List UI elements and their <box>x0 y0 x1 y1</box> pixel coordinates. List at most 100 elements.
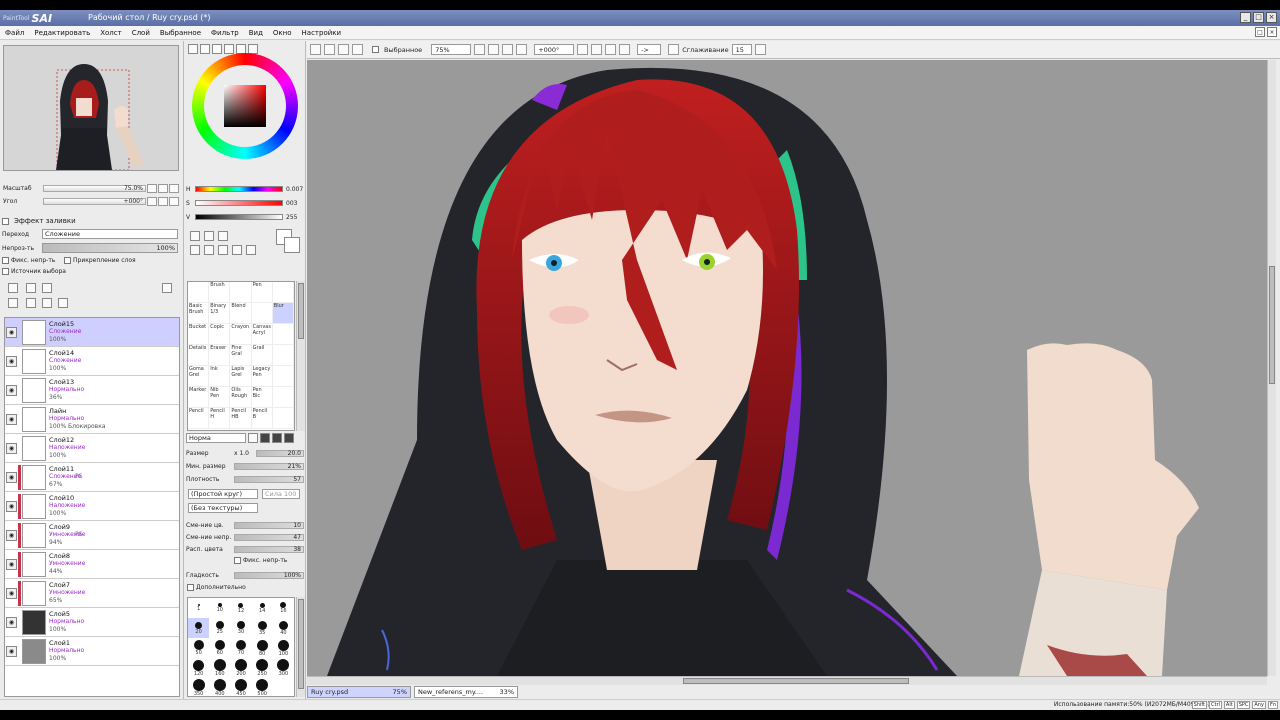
menu-canvas[interactable]: Холст <box>95 29 126 37</box>
secondary-color-swatch[interactable] <box>284 237 300 253</box>
layer-row[interactable]: ◉ Слой5 Нормально 100% <box>5 608 179 637</box>
layer-row[interactable]: ◉ Слой1 Нормально 100% <box>5 637 179 666</box>
selection-tool-icon[interactable] <box>190 231 200 241</box>
brush-size-preset[interactable]: 120 <box>188 658 209 678</box>
layer-row[interactable]: ◉ Слой7 Умножение 65% <box>5 579 179 608</box>
flip-horizontal-icon[interactable] <box>619 44 631 55</box>
new-folder-icon[interactable] <box>42 283 52 293</box>
tool-slot[interactable] <box>272 282 294 303</box>
menu-settings[interactable]: Настройки <box>297 29 347 37</box>
brush-size-preset[interactable]: 35 <box>252 618 273 638</box>
document-tab[interactable]: Ruy cry.psd 75% <box>307 686 411 698</box>
brush-strength-field[interactable]: Сила 100 <box>262 489 300 499</box>
tool-slot[interactable] <box>230 282 252 303</box>
menu-layer[interactable]: Слой <box>127 29 155 37</box>
tool-slot[interactable]: Nib Pen <box>209 387 231 408</box>
brush-size-multiplier[interactable]: x 1.0 <box>234 450 256 457</box>
color-wheel[interactable] <box>192 53 298 159</box>
brush-size-preset[interactable]: 500 <box>252 678 273 698</box>
maximize-button[interactable]: □ <box>1253 12 1264 23</box>
minimize-button[interactable]: _ <box>1240 12 1251 23</box>
brush-size-presets[interactable]: 1 10 12 14 16 20 25 30 35 40 50 60 70 80… <box>187 597 295 697</box>
brush-size-preset[interactable]: 60 <box>209 638 230 658</box>
visibility-eye-icon[interactable]: ◉ <box>6 356 17 367</box>
tool-grid[interactable]: Brush Pen Basic Brush Binary 1/3 Blend B… <box>187 281 295 431</box>
min-size-slider[interactable]: 21% <box>234 462 304 470</box>
zoom-in-button[interactable] <box>158 183 168 193</box>
color-blend-slider[interactable]: 10 <box>234 521 304 529</box>
layer-row[interactable]: ◉ Слой12 Наложение 100% <box>5 434 179 463</box>
layer-row[interactable]: ◉ Слой14 Сложение 100% <box>5 347 179 376</box>
tool-slot[interactable]: Basic Brush <box>188 303 210 324</box>
brush-size-preset[interactable]: 200 <box>230 658 251 678</box>
clip-layer-checkbox[interactable] <box>64 257 71 264</box>
menu-selection[interactable]: Выбранное <box>155 29 206 37</box>
brush-edge-soft-icon[interactable] <box>284 433 294 443</box>
new-layer-icon[interactable] <box>8 283 18 293</box>
tool-slot[interactable]: Grail <box>251 345 273 366</box>
fill-effect-toggle[interactable] <box>2 217 9 225</box>
tool-slot[interactable]: Pencil HB <box>230 408 252 429</box>
rotate-left-button[interactable] <box>147 196 157 206</box>
brush-size-preset[interactable]: 100 <box>273 638 294 658</box>
brush-size-preset[interactable]: 350 <box>188 678 209 698</box>
layer-list[interactable]: ◉ Слой15 Сложение 100% ◉ Слой14 Сложение 100% … <box>4 317 180 697</box>
opacity-slider[interactable]: 100% <box>42 243 178 253</box>
zoom-out-icon[interactable] <box>474 44 486 55</box>
layer-row[interactable]: ◉ Слой15 Сложение 100% <box>5 318 179 347</box>
layer-row[interactable]: ◉ Слой8 Умножение 44% <box>5 550 179 579</box>
zoom-slider[interactable]: 75.0% <box>43 184 146 192</box>
rotate-tool-icon[interactable] <box>232 245 242 255</box>
zoom-fit-icon[interactable] <box>502 44 514 55</box>
tool-slot[interactable]: Goma Grel <box>188 366 210 387</box>
tool-slot[interactable]: Ink <box>209 366 231 387</box>
brush-edge-medium-icon[interactable] <box>272 433 282 443</box>
tool-slot[interactable]: Fine Gral <box>230 345 252 366</box>
visibility-eye-icon[interactable]: ◉ <box>6 414 17 425</box>
canvas-vscroll-thumb[interactable] <box>1269 266 1275 384</box>
tool-grid-scroll-thumb[interactable] <box>298 283 304 339</box>
lasso-tool-icon[interactable] <box>204 231 214 241</box>
brush-size-preset[interactable]: 25 <box>209 618 230 638</box>
brush-size-preset[interactable]: 80 <box>252 638 273 658</box>
tool-grid-scrollbar[interactable] <box>296 281 305 431</box>
tool-slot[interactable]: Binary 1/3 <box>209 303 231 324</box>
zoom-in-icon[interactable] <box>488 44 500 55</box>
brush-size-preset[interactable]: 1 <box>188 598 209 618</box>
brush-shape-menu-icon[interactable] <box>248 433 258 443</box>
deselect-icon[interactable] <box>310 44 321 55</box>
layer-row[interactable]: ◉ Слой13 Нормально 36% <box>5 376 179 405</box>
tool-slot[interactable]: Bucket <box>188 324 210 345</box>
canvas-horizontal-scrollbar[interactable] <box>307 676 1267 685</box>
doc-restore-button[interactable]: □ <box>1255 27 1265 37</box>
rotation-select[interactable]: +000° <box>534 44 575 55</box>
hand-tool-icon[interactable] <box>218 245 228 255</box>
brush-shape-select[interactable]: Норма <box>186 433 246 443</box>
brush-size-slider[interactable]: 20.0 <box>256 449 304 457</box>
blend-mode-select[interactable]: Сложение <box>42 229 178 239</box>
layer-row[interactable]: ◉ Слой9 Умножение 94% PS <box>5 521 179 550</box>
advanced-settings-toggle[interactable]: Дополнительно <box>187 584 246 591</box>
tool-slot[interactable]: Canvas Acryl <box>251 324 273 345</box>
tool-slot[interactable]: Eraser <box>209 345 231 366</box>
show-selection-checkbox[interactable] <box>372 46 379 53</box>
drawing-canvas[interactable] <box>307 60 1267 676</box>
transfer-down-icon[interactable] <box>8 298 18 308</box>
tool-slot[interactable]: Pen Bic <box>251 387 273 408</box>
saturation-value-square[interactable] <box>224 85 266 127</box>
fill-effect-header[interactable]: Эффект заливки <box>2 217 76 225</box>
tool-slot[interactable] <box>272 387 294 408</box>
value-slider[interactable] <box>195 214 283 220</box>
clear-layer-icon[interactable] <box>42 298 52 308</box>
angle-slider[interactable]: +000° <box>43 197 146 205</box>
brush-size-preset[interactable]: 50 <box>188 638 209 658</box>
crop-icon[interactable] <box>338 44 349 55</box>
zoom-out-button[interactable] <box>147 183 157 193</box>
density-slider[interactable]: 57 <box>234 475 304 483</box>
visibility-eye-icon[interactable]: ◉ <box>6 443 17 454</box>
keep-opacity-option[interactable]: Фикс. непр-ть <box>234 557 287 564</box>
brush-size-preset[interactable]: 30 <box>230 618 251 638</box>
document-tab[interactable]: New_referens_my.... 33% <box>414 686 518 698</box>
selection-source-option[interactable]: Источник выбора <box>2 268 66 275</box>
tool-slot[interactable]: Oils Rough <box>230 387 252 408</box>
